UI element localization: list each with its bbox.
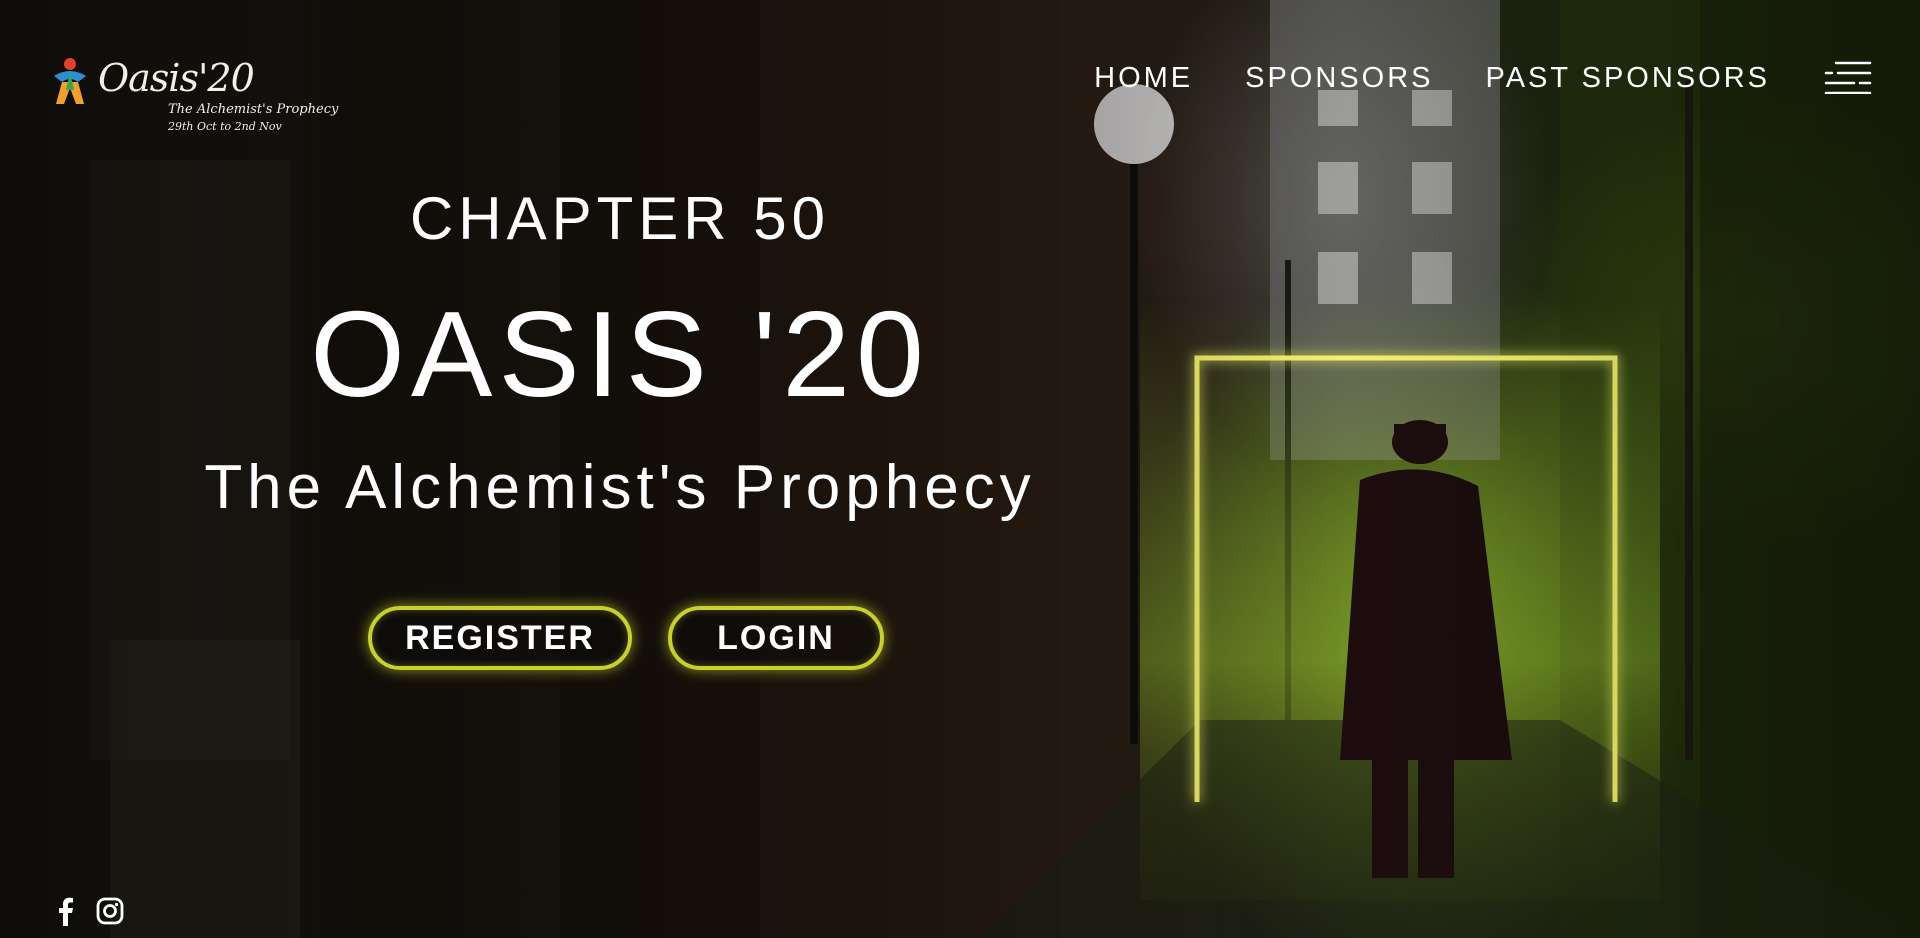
nav-past-sponsors-link[interactable]: PAST SPONSORS: [1486, 62, 1771, 95]
logo-wordmark: Oasis'20: [98, 56, 255, 100]
logo-dates: 29th Oct to 2nd Nov: [168, 120, 282, 133]
oasis-logo[interactable]: Oasis'20 The Alchemist's Prophecy 29th O…: [48, 52, 338, 142]
main-nav: HOME SPONSORS PAST SPONSORS: [1094, 62, 1770, 95]
nav-home-link[interactable]: HOME: [1094, 62, 1193, 95]
instagram-icon: [96, 897, 124, 925]
chapter-heading: CHAPTER 50: [409, 185, 831, 252]
hamburger-menu-button[interactable]: [1824, 60, 1872, 95]
dancing-figures-logo-icon: [54, 58, 86, 104]
facebook-icon: [59, 897, 73, 926]
instagram-link[interactable]: [96, 896, 124, 926]
nav-sponsors-link[interactable]: SPONSORS: [1245, 62, 1433, 95]
hamburger-menu-icon: [1824, 61, 1872, 95]
facebook-link[interactable]: [52, 896, 80, 926]
register-button[interactable]: REGISTER: [368, 606, 632, 670]
logo-tagline: The Alchemist's Prophecy: [168, 102, 339, 117]
login-button[interactable]: LOGIN: [668, 606, 884, 670]
event-title: OASIS '20: [310, 286, 930, 422]
event-subtitle: The Alchemist's Prophecy: [204, 453, 1036, 522]
hero-section: Oasis'20 The Alchemist's Prophecy 29th O…: [0, 0, 1920, 938]
social-links: [52, 896, 124, 926]
